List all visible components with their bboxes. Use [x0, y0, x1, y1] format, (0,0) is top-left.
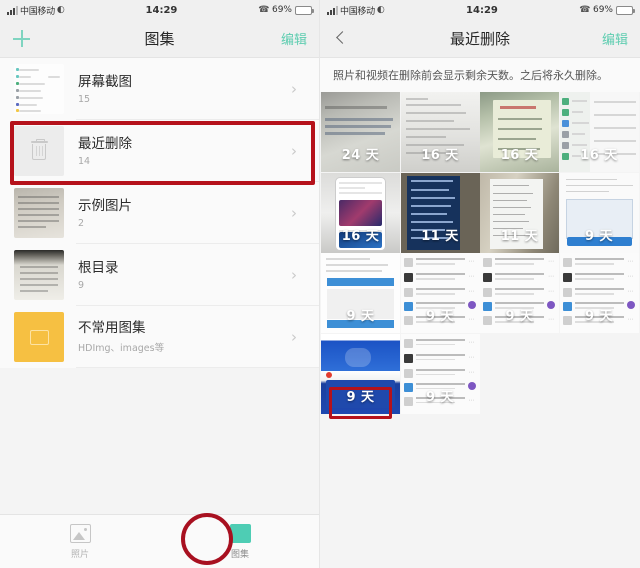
- album-count: 2: [78, 217, 85, 229]
- wifi-icon: ◐: [56, 5, 65, 15]
- album-title: 不常用图集: [78, 320, 146, 336]
- status-bar-time: 14:29: [466, 4, 498, 16]
- grid-item[interactable]: 24 天: [321, 92, 400, 172]
- carrier-label: 中国移动: [20, 6, 55, 17]
- album-row-recently-deleted[interactable]: 最近删除 14 ›: [0, 120, 319, 182]
- album-count: 14: [78, 155, 91, 167]
- signal-bars-icon: [7, 5, 18, 15]
- album-text-block: 示例图片 2: [64, 198, 291, 229]
- days-remaining-label: 9 天: [505, 309, 534, 324]
- left-nav-bar: 图集 编辑: [0, 20, 319, 58]
- album-text-block: 不常用图集 HDImg、images等: [64, 320, 291, 354]
- chevron-right-icon: ›: [291, 79, 297, 98]
- page-title: 最近删除: [449, 30, 510, 48]
- back-chevron-icon[interactable]: [332, 30, 350, 48]
- trash-icon: [14, 126, 64, 176]
- chevron-right-icon: ›: [291, 327, 297, 346]
- battery-charging-icon: ⚡: [295, 5, 314, 15]
- grid-item[interactable]: ⋯ ⋯ ⋯ ⋯ 9 天: [400, 253, 480, 333]
- status-bar-left-group: 中国移动 ◐: [7, 4, 65, 17]
- status-bar-right-group: ☎ 69% ⚡: [579, 5, 635, 15]
- status-bar-left-group: 中国移动 ◐: [327, 4, 385, 17]
- bottom-tab-bar: 照片 图集: [0, 514, 319, 568]
- album-row-screenshots[interactable]: 屏幕截图 15 ›: [0, 58, 319, 120]
- album-text-block: 最近删除 14: [64, 136, 291, 167]
- album-title: 根目录: [78, 259, 119, 276]
- status-bar-time: 14:29: [145, 4, 178, 16]
- album-title: 示例图片: [78, 197, 132, 214]
- battery-percent-label: 69%: [271, 5, 292, 15]
- album-text-block: 屏幕截图 15: [64, 74, 291, 105]
- grid-item[interactable]: 11 天: [400, 172, 480, 253]
- days-remaining-label: 9 天: [425, 309, 455, 324]
- grid-item[interactable]: 16 天: [321, 172, 400, 253]
- album-count: 9: [78, 279, 85, 291]
- grid-item[interactable]: 16 天: [480, 92, 559, 172]
- status-bar-left: 中国移动 ◐ 14:29 ☎ 69% ⚡: [0, 0, 319, 20]
- days-remaining-label: 16 天: [341, 228, 380, 244]
- tab-photos-label: 照片: [70, 549, 89, 560]
- volte-icon: ☎: [258, 5, 269, 15]
- album-count: HDImg、images等: [78, 343, 165, 354]
- days-remaining-label: 9 天: [346, 309, 375, 324]
- folder-icon: [14, 312, 64, 362]
- document-photo-thumbnail: [14, 250, 64, 300]
- grid-item[interactable]: ⋯ ⋯ ⋯ ⋯ 9 天: [400, 333, 480, 414]
- days-remaining-label: 24 天: [341, 148, 380, 163]
- grid-item[interactable]: 9 天: [321, 333, 400, 414]
- albums-icon: [229, 523, 251, 543]
- chevron-right-icon: ›: [291, 265, 297, 284]
- album-row-uncommon-albums[interactable]: 不常用图集 HDImg、images等 ›: [0, 306, 319, 368]
- days-remaining-label: 9 天: [584, 228, 614, 244]
- album-list: 屏幕截图 15 › 最近删除 14 › 示例图片 2 › 根目录 9 › 不常用…: [0, 58, 319, 368]
- tab-photos[interactable]: 照片: [0, 523, 160, 560]
- grid-item[interactable]: 9 天: [559, 172, 639, 253]
- album-title: 屏幕截图: [78, 73, 132, 90]
- album-title: 最近删除: [78, 135, 132, 152]
- grid-item[interactable]: 11 天: [480, 172, 559, 253]
- photos-icon: [69, 523, 91, 543]
- chevron-right-icon: ›: [291, 203, 297, 222]
- days-remaining-label: 9 天: [425, 389, 455, 405]
- grid-item[interactable]: 16 天: [559, 92, 639, 172]
- tab-albums-label: 图集: [230, 549, 249, 560]
- days-remaining-label: 16 天: [580, 148, 618, 163]
- dual-screenshot-container: 中国移动 ◐ 14:29 ☎ 69% ⚡ 图集 编辑 屏幕截图 15 › 最近删…: [0, 0, 640, 568]
- carrier-label: 中国移动: [340, 6, 375, 17]
- days-remaining-label: 11 天: [421, 228, 459, 244]
- album-text-block: 根目录 9: [64, 260, 291, 291]
- tab-albums[interactable]: 图集: [160, 523, 319, 560]
- grid-item[interactable]: ⋯ ⋯ ⋯ ⋯ 9 天: [559, 253, 639, 333]
- document-photo-thumbnail: [14, 188, 64, 238]
- left-phone-screen: 中国移动 ◐ 14:29 ☎ 69% ⚡ 图集 编辑 屏幕截图 15 › 最近删…: [0, 0, 320, 568]
- right-phone-screen: 中国移动 ◐ 14:29 ☎ 69% ⚡ 最近删除 编辑 照片和视频在删除前会显…: [320, 0, 640, 568]
- days-remaining-label: 9 天: [584, 309, 614, 324]
- days-remaining-label: 16 天: [421, 148, 459, 163]
- album-count: 15: [78, 93, 91, 105]
- album-row-root-directory[interactable]: 根目录 9 ›: [0, 244, 319, 306]
- wifi-icon: ◐: [376, 5, 385, 15]
- edit-button[interactable]: 编辑: [602, 29, 628, 48]
- status-bar-right: 中国移动 ◐ 14:29 ☎ 69% ⚡: [320, 0, 640, 20]
- grid-item[interactable]: 9 天: [321, 253, 400, 333]
- status-bar-right-group: ☎ 69% ⚡: [258, 5, 314, 15]
- days-remaining-label: 16 天: [500, 148, 539, 163]
- page-title: 图集: [144, 30, 175, 48]
- right-nav-bar: 最近删除 编辑: [320, 20, 640, 58]
- grid-item[interactable]: ⋯ ⋯ ⋯ ⋯ 9 天: [480, 253, 559, 333]
- signal-bars-icon: [327, 5, 338, 15]
- battery-charging-icon: ⚡: [616, 5, 635, 15]
- volte-icon: ☎: [579, 5, 590, 15]
- description-text: 照片和视频在删除前会显示剩余天数。之后将永久删除。: [320, 58, 640, 92]
- grid-item[interactable]: 16 天: [400, 92, 480, 172]
- chevron-right-icon: ›: [291, 141, 297, 160]
- album-row-sample-images[interactable]: 示例图片 2 ›: [0, 182, 319, 244]
- screenshot-list-thumbnail: [14, 64, 64, 114]
- days-remaining-label: 9 天: [346, 389, 375, 405]
- plus-icon[interactable]: [12, 29, 31, 48]
- deleted-photo-grid: 24 天 16 天 16 天 16 天 16 天 11 天 11 天 9 天 9…: [320, 92, 640, 414]
- battery-percent-label: 69%: [592, 5, 613, 15]
- edit-button[interactable]: 编辑: [281, 29, 307, 48]
- days-remaining-label: 11 天: [500, 228, 539, 244]
